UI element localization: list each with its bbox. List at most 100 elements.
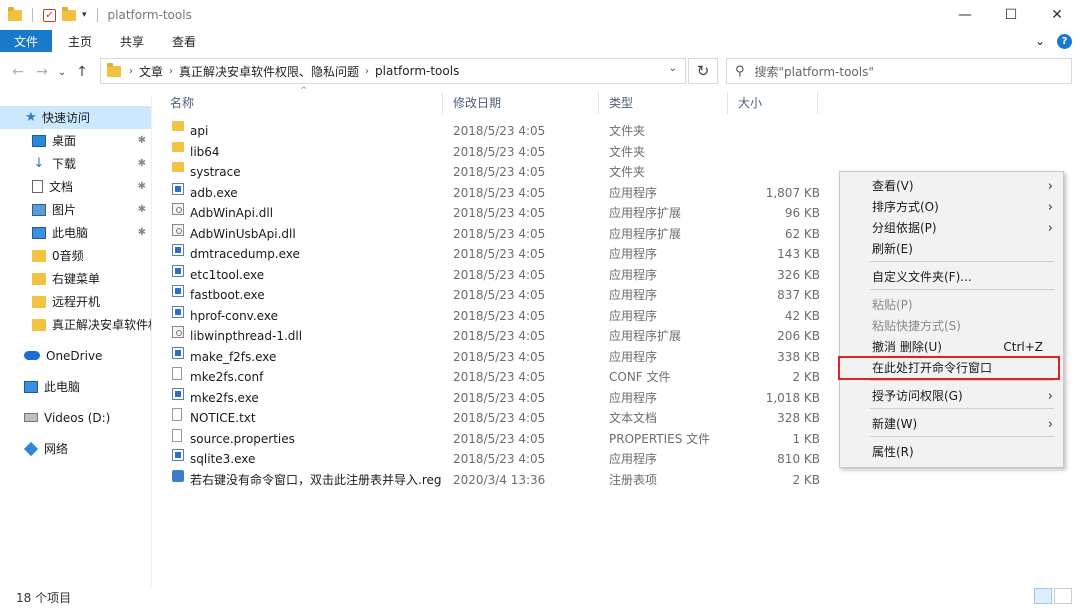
pin-icon: ✱ — [137, 204, 146, 215]
search-input[interactable]: ⚲ 搜索"platform-tools" — [726, 58, 1072, 84]
folder-icon — [172, 121, 184, 131]
tab-share[interactable]: 共享 — [108, 30, 156, 52]
file-row[interactable]: adb.exe 2018/5/23 4:05 应用程序 1,807 KB — [160, 182, 830, 204]
up-icon[interactable]: ↑ — [72, 64, 92, 80]
file-row[interactable]: hprof-conv.exe 2018/5/23 4:05 应用程序 42 KB — [160, 305, 830, 327]
sidebar-item-documents[interactable]: 文档 ✱ — [0, 175, 152, 198]
file-row[interactable]: fastboot.exe 2018/5/23 4:05 应用程序 837 KB — [160, 285, 830, 306]
recent-locations-icon[interactable]: ⌄ — [52, 67, 72, 78]
sidebar-item-this-pc-pinned[interactable]: 此电脑 ✱ — [0, 221, 152, 244]
network-icon — [23, 441, 39, 456]
navigation-bar: ← → ⌄ ↑ › 文章 › 真正解决安卓软件权限、隐私问题 › platfor… — [0, 56, 1080, 88]
sidebar-item-this-pc[interactable]: 此电脑 — [0, 375, 152, 398]
file-row[interactable]: source.properties 2018/5/23 4:05 PROPERTIE… — [160, 428, 830, 450]
sidebar-item-label: 此电脑 — [52, 226, 89, 240]
pin-icon: ✱ — [137, 135, 146, 146]
file-size: 2 KB — [792, 472, 820, 487]
sidebar-item-downloads[interactable]: ↓ 下载 ✱ — [0, 152, 152, 175]
file-row[interactable]: NOTICE.txt 2018/5/23 4:05 文本文档 328 KB — [160, 408, 830, 429]
folder-icon — [32, 249, 46, 262]
address-bar[interactable]: › 文章 › 真正解决安卓软件权限、隐私问题 › platform-tools … — [100, 58, 686, 84]
tab-file[interactable]: 文件 — [0, 30, 53, 52]
file-row[interactable]: lib64 2018/5/23 4:05 文件夹 — [160, 141, 830, 163]
context-menu-item[interactable]: 在此处打开命令行窗口 — [840, 358, 1063, 379]
context-menu-item[interactable]: 撤消 删除(U) Ctrl+Z — [840, 337, 1063, 358]
sidebar-item-videos-drive[interactable]: Videos (D:) — [0, 406, 152, 429]
close-button[interactable]: ✕ — [1034, 0, 1080, 30]
menu-separator — [870, 380, 1054, 381]
refresh-button[interactable]: ↻ — [688, 58, 718, 84]
new-folder-icon[interactable] — [62, 6, 76, 21]
file-row[interactable]: AdbWinUsbApi.dll 2018/5/23 4:05 应用程序扩展 62 K… — [160, 223, 830, 245]
menu-separator — [870, 408, 1054, 409]
sidebar-item-context-menu[interactable]: 右键菜单 — [0, 267, 152, 290]
expand-ribbon-icon[interactable]: ⌄ — [1035, 34, 1045, 48]
file-row[interactable]: dmtracedump.exe 2018/5/23 4:05 应用程序 143 KB — [160, 244, 830, 265]
breadcrumb[interactable]: platform-tools — [375, 64, 459, 78]
chevron-down-icon[interactable]: ⌄ — [669, 63, 677, 74]
file-date: 2018/5/23 4:05 — [453, 124, 546, 138]
window-title: platform-tools — [107, 8, 192, 22]
file-size: 338 KB — [777, 349, 820, 364]
file-type: 文件夹 — [609, 165, 646, 179]
sidebar-item-remote-boot[interactable]: 远程开机 — [0, 290, 152, 313]
file-row[interactable]: mke2fs.exe 2018/5/23 4:05 应用程序 1,018 KB — [160, 387, 830, 409]
maximize-button[interactable]: ☐ — [988, 0, 1034, 30]
sidebar-item-pictures[interactable]: 图片 ✱ — [0, 198, 152, 221]
tab-view[interactable]: 查看 — [160, 30, 208, 52]
file-size: 42 KB — [784, 308, 820, 323]
context-menu-item[interactable]: 分组依据(P) › — [840, 218, 1063, 239]
properties-icon[interactable]: ✓ — [43, 8, 56, 22]
file-row[interactable]: make_f2fs.exe 2018/5/23 4:05 应用程序 338 KB — [160, 346, 830, 368]
context-menu-item[interactable]: 查看(V) › — [840, 176, 1063, 197]
file-type: 注册表项 — [609, 472, 658, 487]
file-row[interactable]: api 2018/5/23 4:05 文件夹 — [160, 121, 830, 142]
column-type[interactable]: 类型 — [599, 92, 728, 114]
context-menu-item[interactable]: 刷新(E) — [840, 239, 1063, 260]
sidebar-item-onedrive[interactable]: OneDrive — [0, 344, 152, 367]
file-size: 143 KB — [777, 247, 820, 261]
column-name[interactable]: 名称 — [160, 92, 443, 114]
sidebar-item-audio[interactable]: 0音频 — [0, 244, 152, 267]
file-row[interactable]: etc1tool.exe 2018/5/23 4:05 应用程序 326 KB — [160, 264, 830, 286]
sidebar-divider — [151, 96, 152, 586]
file-size: 62 KB — [784, 226, 820, 241]
application-icon — [172, 182, 184, 195]
sidebar-item-android-folder[interactable]: 真正解决安卓软件权 — [0, 313, 152, 336]
file-name: sqlite3.exe — [190, 452, 256, 466]
details-view-button[interactable] — [1034, 588, 1052, 604]
context-menu-item[interactable]: 自定义文件夹(F)... — [840, 267, 1063, 288]
context-menu-item[interactable]: 属性(R) — [840, 442, 1063, 463]
help-icon[interactable]: ? — [1057, 33, 1072, 49]
file-row[interactable]: AdbWinApi.dll 2018/5/23 4:05 应用程序扩展 96 KB — [160, 203, 830, 224]
file-row[interactable]: mke2fs.conf 2018/5/23 4:05 CONF 文件 2 KB — [160, 367, 830, 388]
file-name: mke2fs.exe — [190, 390, 259, 405]
forward-icon[interactable]: → — [32, 64, 52, 80]
context-menu-item[interactable]: 新建(W) › — [840, 414, 1063, 435]
minimize-button[interactable]: — — [942, 0, 988, 30]
file-row[interactable]: libwinpthread-1.dll 2018/5/23 4:05 应用程序扩展 2… — [160, 326, 830, 347]
file-date: 2018/5/23 4:05 — [453, 165, 546, 179]
customize-toolbar-icon[interactable]: ▾ — [82, 10, 87, 20]
large-icons-view-button[interactable] — [1054, 588, 1072, 604]
back-icon[interactable]: ← — [8, 64, 28, 80]
sidebar-item-quick-access[interactable]: ★ 快速访问 — [0, 106, 152, 129]
folder-icon — [172, 162, 184, 172]
file-row[interactable]: 若右键没有命令窗口，双击此注册表并导入.reg 2020/3/4 13:36 注册表… — [160, 469, 830, 491]
file-row[interactable]: systrace 2018/5/23 4:05 文件夹 — [160, 162, 830, 183]
menu-item-label: 属性(R) — [872, 445, 914, 459]
column-date-modified[interactable]: 修改日期 — [443, 92, 599, 114]
tab-home[interactable]: 主页 — [56, 30, 104, 52]
sidebar-item-network[interactable]: 网络 — [0, 437, 152, 460]
file-name: fastboot.exe — [190, 288, 265, 302]
column-size[interactable]: 大小 — [728, 92, 818, 114]
context-menu-item[interactable]: 排序方式(O) › — [840, 197, 1063, 218]
file-row[interactable]: sqlite3.exe 2018/5/23 4:05 应用程序 810 KB — [160, 449, 830, 470]
context-menu-item[interactable]: 授予访问权限(G) › — [840, 386, 1063, 407]
file-name: dmtracedump.exe — [190, 247, 300, 261]
status-bar: 18 个项目 — [0, 586, 1080, 608]
application-icon — [172, 305, 184, 318]
breadcrumb[interactable]: 文章 — [139, 63, 163, 80]
sidebar-item-desktop[interactable]: 桌面 ✱ — [0, 129, 152, 152]
breadcrumb[interactable]: 真正解决安卓软件权限、隐私问题 — [179, 63, 359, 80]
